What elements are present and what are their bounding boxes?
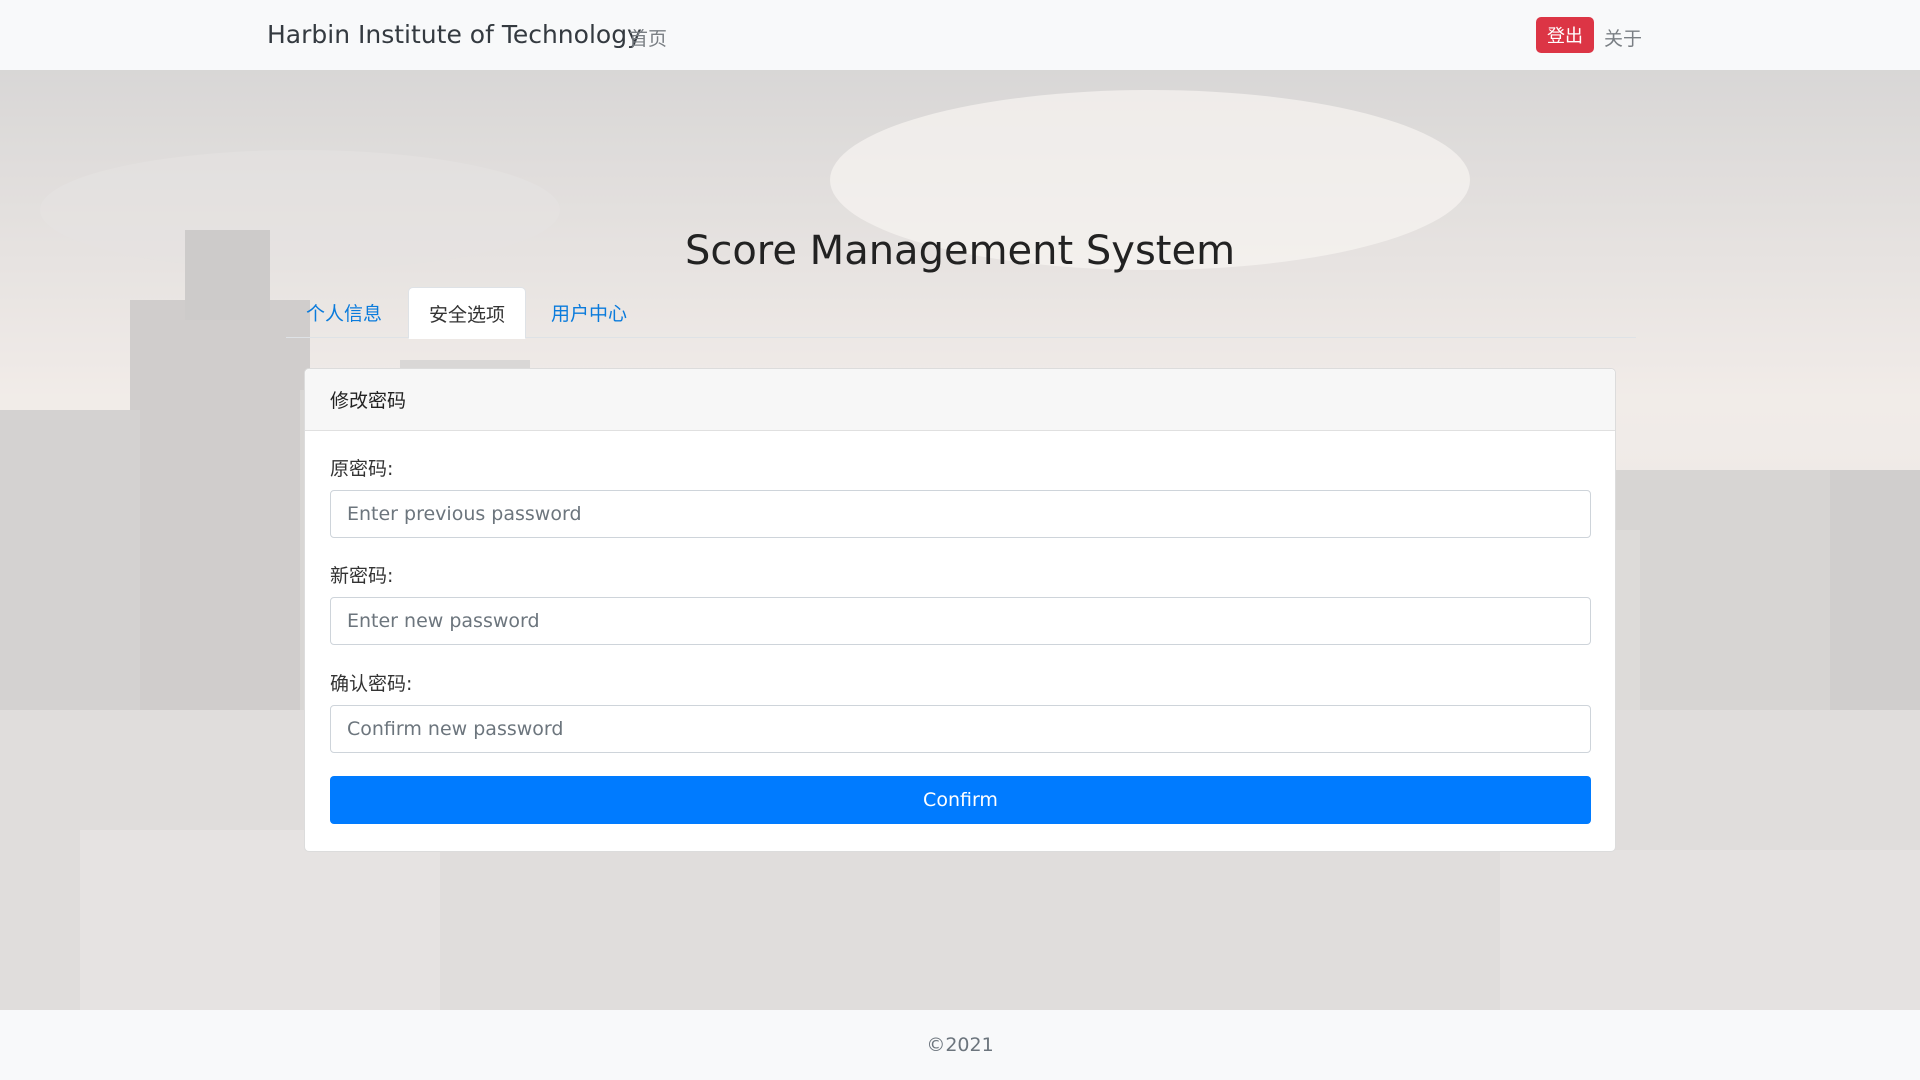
logout-button[interactable]: 登出: [1536, 17, 1594, 53]
hero-background: Score Management System 个人信息 安全选项 用户中心 修…: [0, 70, 1920, 1010]
change-password-card: 修改密码 原密码: 新密码: 确认密码: Confirm: [304, 368, 1616, 852]
brand-link[interactable]: Harbin Institute of Technology: [267, 20, 642, 49]
confirm-password-label: 确认密码:: [330, 673, 413, 695]
tab-personal-info[interactable]: 个人信息: [286, 287, 402, 338]
tab-user-center[interactable]: 用户中心: [531, 287, 647, 338]
tab-bar: 个人信息 安全选项 用户中心: [286, 287, 1636, 339]
copyright-text: ©2021: [926, 1034, 994, 1056]
nav-about-link[interactable]: 关于: [1604, 24, 1642, 51]
nav-home-link[interactable]: 首页: [629, 24, 667, 51]
confirm-button[interactable]: Confirm: [330, 776, 1591, 824]
confirm-password-input[interactable]: [330, 705, 1591, 753]
new-password-input[interactable]: [330, 597, 1591, 645]
footer: ©2021: [0, 1010, 1920, 1080]
tab-security-options[interactable]: 安全选项: [408, 287, 527, 339]
new-password-label: 新密码:: [330, 565, 394, 587]
page-title: Score Management System: [684, 228, 1236, 274]
old-password-label: 原密码:: [330, 458, 394, 480]
top-navbar: Harbin Institute of Technology 首页 登出 关于: [0, 0, 1920, 70]
card-header: 修改密码: [305, 369, 1615, 431]
old-password-input[interactable]: [330, 490, 1591, 538]
